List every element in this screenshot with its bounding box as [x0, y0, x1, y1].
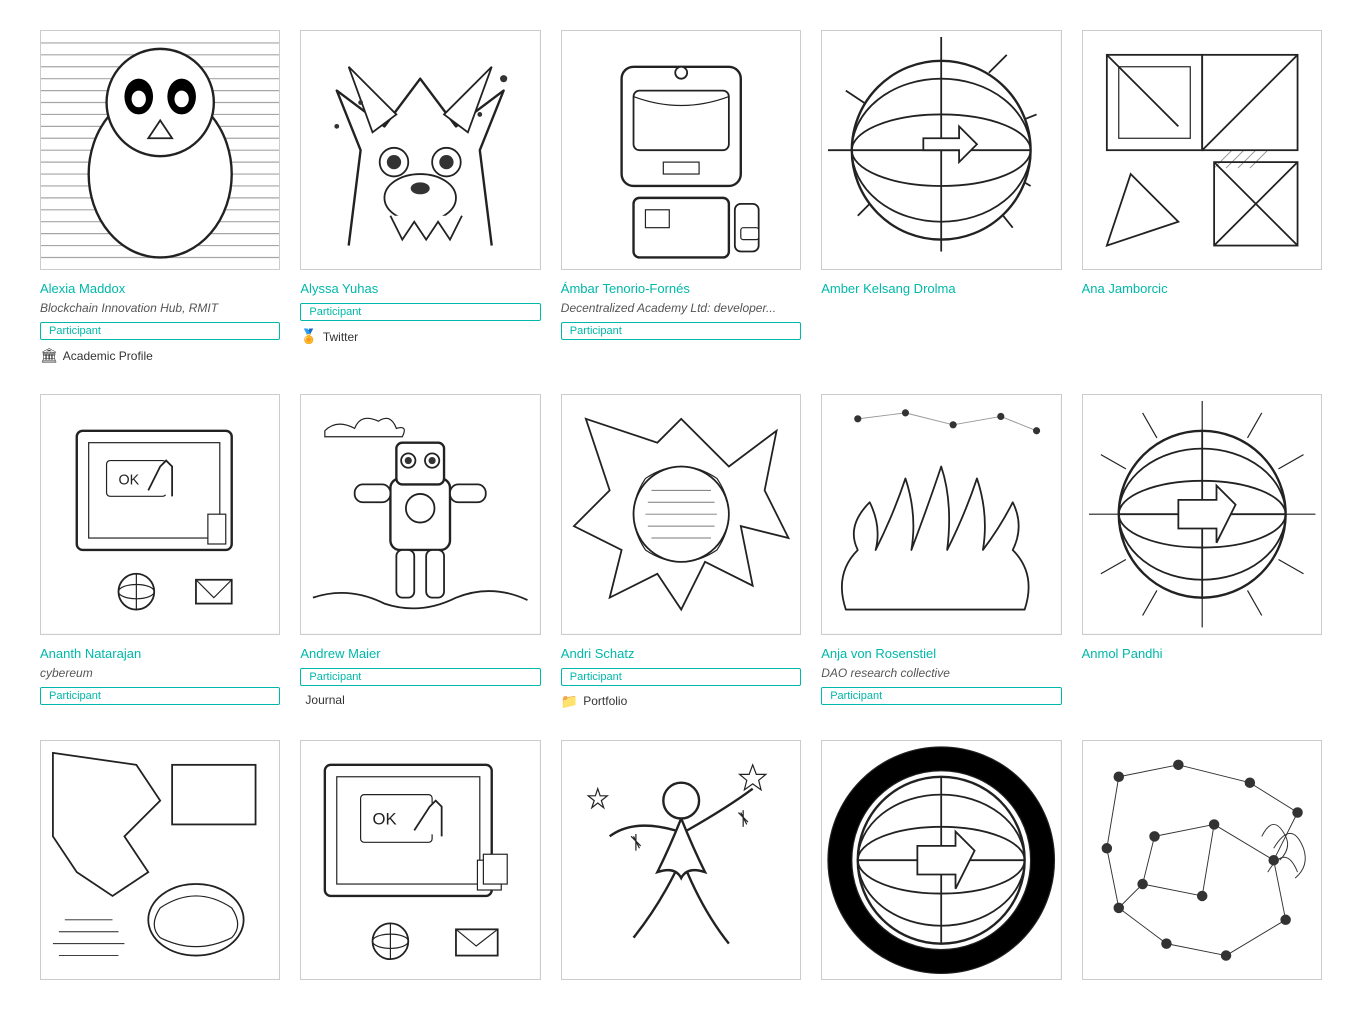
card-image-anmol-pandhi — [1082, 394, 1322, 634]
card-anmol-pandhi: Anmol Pandhi — [1082, 394, 1322, 709]
card-name[interactable]: Anja von Rosenstiel — [821, 646, 1061, 661]
card-card-13 — [561, 740, 801, 986]
card-name[interactable]: Anmol Pandhi — [1082, 646, 1322, 661]
card-badge[interactable]: Participant — [40, 322, 280, 340]
card-ananth-natarajan: OK Ananth Natarajan cybereum Participant — [40, 394, 280, 709]
card-image-amber-kelsang — [821, 30, 1061, 270]
card-badge[interactable]: Participant — [821, 687, 1061, 705]
card-andri-schatz: Andri Schatz Participant 📁Portfolio — [561, 394, 801, 709]
card-alexia-maddox: Alexia Maddox Blockchain Innovation Hub, … — [40, 30, 280, 364]
card-card-14 — [821, 740, 1061, 986]
people-grid: Alexia Maddox Blockchain Innovation Hub, … — [40, 30, 1322, 986]
card-link[interactable]: 🏛Academic Profile — [40, 347, 280, 364]
card-card-12: OK — [300, 740, 540, 986]
card-name[interactable]: Alyssa Yuhas — [300, 281, 540, 296]
card-badge[interactable]: Participant — [561, 322, 801, 340]
card-badge[interactable]: Participant — [300, 303, 540, 321]
card-image-card-11 — [40, 740, 280, 980]
card-amber-kelsang: Amber Kelsang Drolma — [821, 30, 1061, 364]
card-name[interactable]: Ámbar Tenorio-Fornés — [561, 281, 801, 296]
link-icon: 🏅 — [300, 328, 317, 345]
card-image-andri-schatz — [561, 394, 801, 634]
card-card-11 — [40, 740, 280, 986]
card-name[interactable]: Amber Kelsang Drolma — [821, 281, 1061, 296]
card-org: cybereum — [40, 666, 280, 680]
card-badge[interactable]: Participant — [561, 668, 801, 686]
card-link[interactable]: Journal — [300, 693, 540, 707]
card-image-card-15 — [1082, 740, 1322, 980]
card-image-card-14 — [821, 740, 1061, 980]
card-name[interactable]: Ana Jamborcic — [1082, 281, 1322, 296]
link-icon: 🏛 — [40, 347, 58, 364]
card-image-ambar-tenorio — [561, 30, 801, 270]
svg-text:OK: OK — [118, 473, 139, 489]
card-image-ana-jamborcic — [1082, 30, 1322, 270]
card-image-card-13 — [561, 740, 801, 980]
card-andrew-maier: Andrew Maier Participant Journal — [300, 394, 540, 709]
card-org: Decentralized Academy Ltd: developer... — [561, 301, 801, 315]
card-image-alexia-maddox — [40, 30, 280, 270]
card-ambar-tenorio: Ámbar Tenorio-Fornés Decentralized Academ… — [561, 30, 801, 364]
card-badge[interactable]: Participant — [300, 668, 540, 686]
card-image-card-12: OK — [300, 740, 540, 980]
card-name[interactable]: Alexia Maddox — [40, 281, 280, 296]
card-badge[interactable]: Participant — [40, 687, 280, 705]
card-alyssa-yuhas: Alyssa Yuhas Participant 🏅Twitter — [300, 30, 540, 364]
card-image-anja-von-rosenstiel — [821, 394, 1061, 634]
card-image-ananth-natarajan: OK — [40, 394, 280, 634]
card-anja-von-rosenstiel: Anja von Rosenstiel DAO research collecti… — [821, 394, 1061, 709]
card-image-alyssa-yuhas — [300, 30, 540, 270]
svg-text:OK: OK — [373, 809, 397, 828]
link-icon: 📁 — [561, 693, 578, 710]
card-link[interactable]: 🏅Twitter — [300, 328, 540, 345]
card-image-andrew-maier — [300, 394, 540, 634]
card-name[interactable]: Andrew Maier — [300, 646, 540, 661]
card-link[interactable]: 📁Portfolio — [561, 693, 801, 710]
card-name[interactable]: Andri Schatz — [561, 646, 801, 661]
card-ana-jamborcic: Ana Jamborcic — [1082, 30, 1322, 364]
card-org: DAO research collective — [821, 666, 1061, 680]
card-name[interactable]: Ananth Natarajan — [40, 646, 280, 661]
card-card-15 — [1082, 740, 1322, 986]
card-org: Blockchain Innovation Hub, RMIT — [40, 301, 280, 315]
